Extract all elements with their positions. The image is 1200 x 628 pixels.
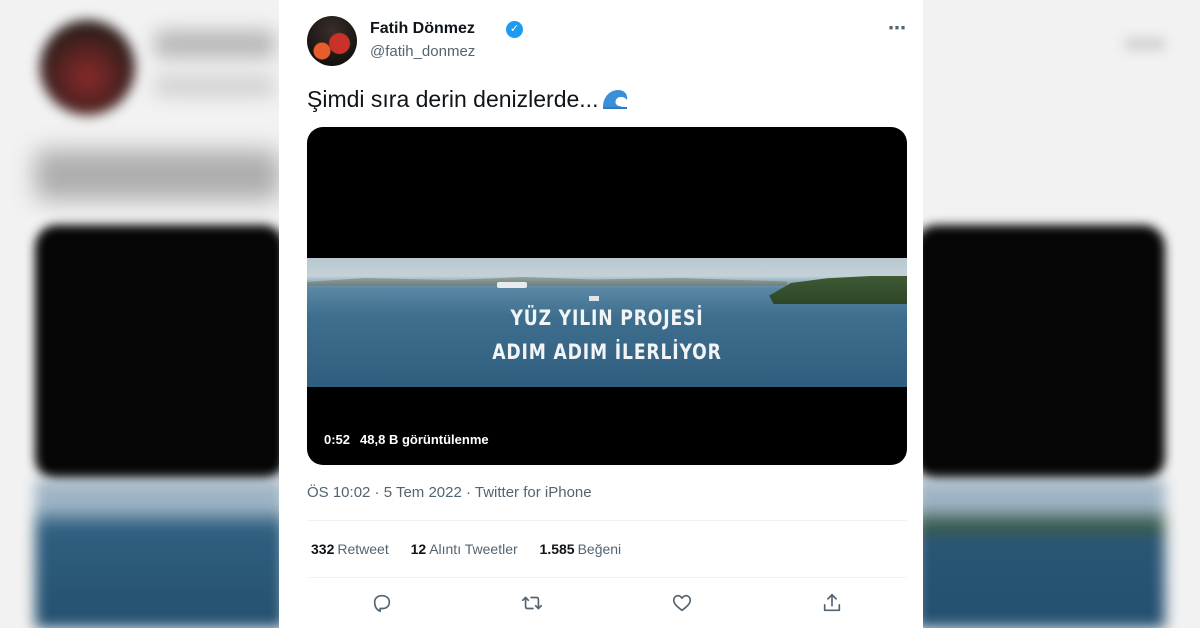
video-boat: [589, 296, 599, 301]
share-icon: [823, 593, 841, 612]
tweet-actions: [307, 588, 907, 618]
like-button[interactable]: [667, 588, 697, 618]
retweet-stat[interactable]: 332 Retweet: [311, 541, 389, 557]
video-player[interactable]: YÜZ YILIN PROJESİ ADIM ADIM İLERLİYOR 0:…: [307, 127, 907, 465]
video-right-shore: [769, 276, 907, 304]
like-stat[interactable]: 1.585 Beğeni: [540, 541, 622, 557]
tweet-timestamp[interactable]: ÖS 10:02 · 5 Tem 2022 · Twitter for iPho…: [307, 484, 592, 501]
wave-icon: [603, 90, 628, 109]
tweet-card: Fatih Dönmez ✓ @fatih_donmez ⋯ Şimdi sır…: [279, 0, 923, 628]
divider: [307, 520, 907, 521]
reply-button[interactable]: [367, 588, 397, 618]
share-button[interactable]: [817, 588, 847, 618]
avatar[interactable]: [307, 16, 357, 66]
author-name[interactable]: Fatih Dönmez: [370, 20, 475, 38]
video-far-shore: [307, 277, 787, 286]
blurred-tweet-text: [35, 150, 280, 200]
author-handle[interactable]: @fatih_donmez: [370, 43, 475, 60]
retweet-label: Retweet: [337, 541, 389, 557]
retweet-icon: [522, 596, 542, 610]
blurred-sea-right: [915, 480, 1165, 628]
tweet-text: Şimdi sıra derin denizlerde...: [307, 86, 630, 113]
quote-stat[interactable]: 12 Alıntı Tweetler: [411, 541, 518, 557]
blurred-avatar: [40, 20, 135, 115]
video-views: 48,8 B görüntülenme: [360, 432, 489, 447]
tweet-header: Fatih Dönmez ✓ @fatih_donmez ⋯: [307, 16, 907, 68]
blurred-video-right: [915, 225, 1165, 480]
video-meta: 0:52 48,8 B görüntülenme: [324, 432, 489, 447]
like-label: Beğeni: [577, 541, 622, 557]
video-duration: 0:52: [324, 432, 351, 447]
like-count: 1.585: [539, 541, 575, 557]
divider: [307, 577, 907, 578]
quote-label: Alıntı Tweetler: [429, 541, 518, 557]
video-overlay-line2: ADIM ADIM İLERLİYOR: [492, 340, 722, 364]
reply-icon: [373, 594, 391, 613]
blurred-video-left: [35, 225, 285, 480]
tweet-text-content: Şimdi sıra derin denizlerde...: [307, 86, 599, 112]
video-overlay-line1: YÜZ YILIN PROJESİ: [510, 306, 704, 330]
verified-badge-icon: ✓: [506, 21, 523, 38]
like-icon: [672, 594, 692, 612]
blurred-sea-left: [35, 480, 285, 628]
retweet-button[interactable]: [517, 588, 547, 618]
tweet-stats: 332 Retweet 12 Alıntı Tweetler 1.585 Beğeni: [311, 541, 639, 557]
quote-count: 12: [410, 541, 427, 557]
blurred-handle: [155, 75, 275, 97]
more-options-icon[interactable]: ⋯: [888, 18, 907, 39]
retweet-count: 332: [311, 541, 335, 557]
video-frame: YÜZ YILIN PROJESİ ADIM ADIM İLERLİYOR: [307, 258, 907, 387]
video-ship: [497, 282, 527, 288]
blurred-more: [1125, 38, 1165, 50]
blurred-name: [155, 30, 275, 58]
